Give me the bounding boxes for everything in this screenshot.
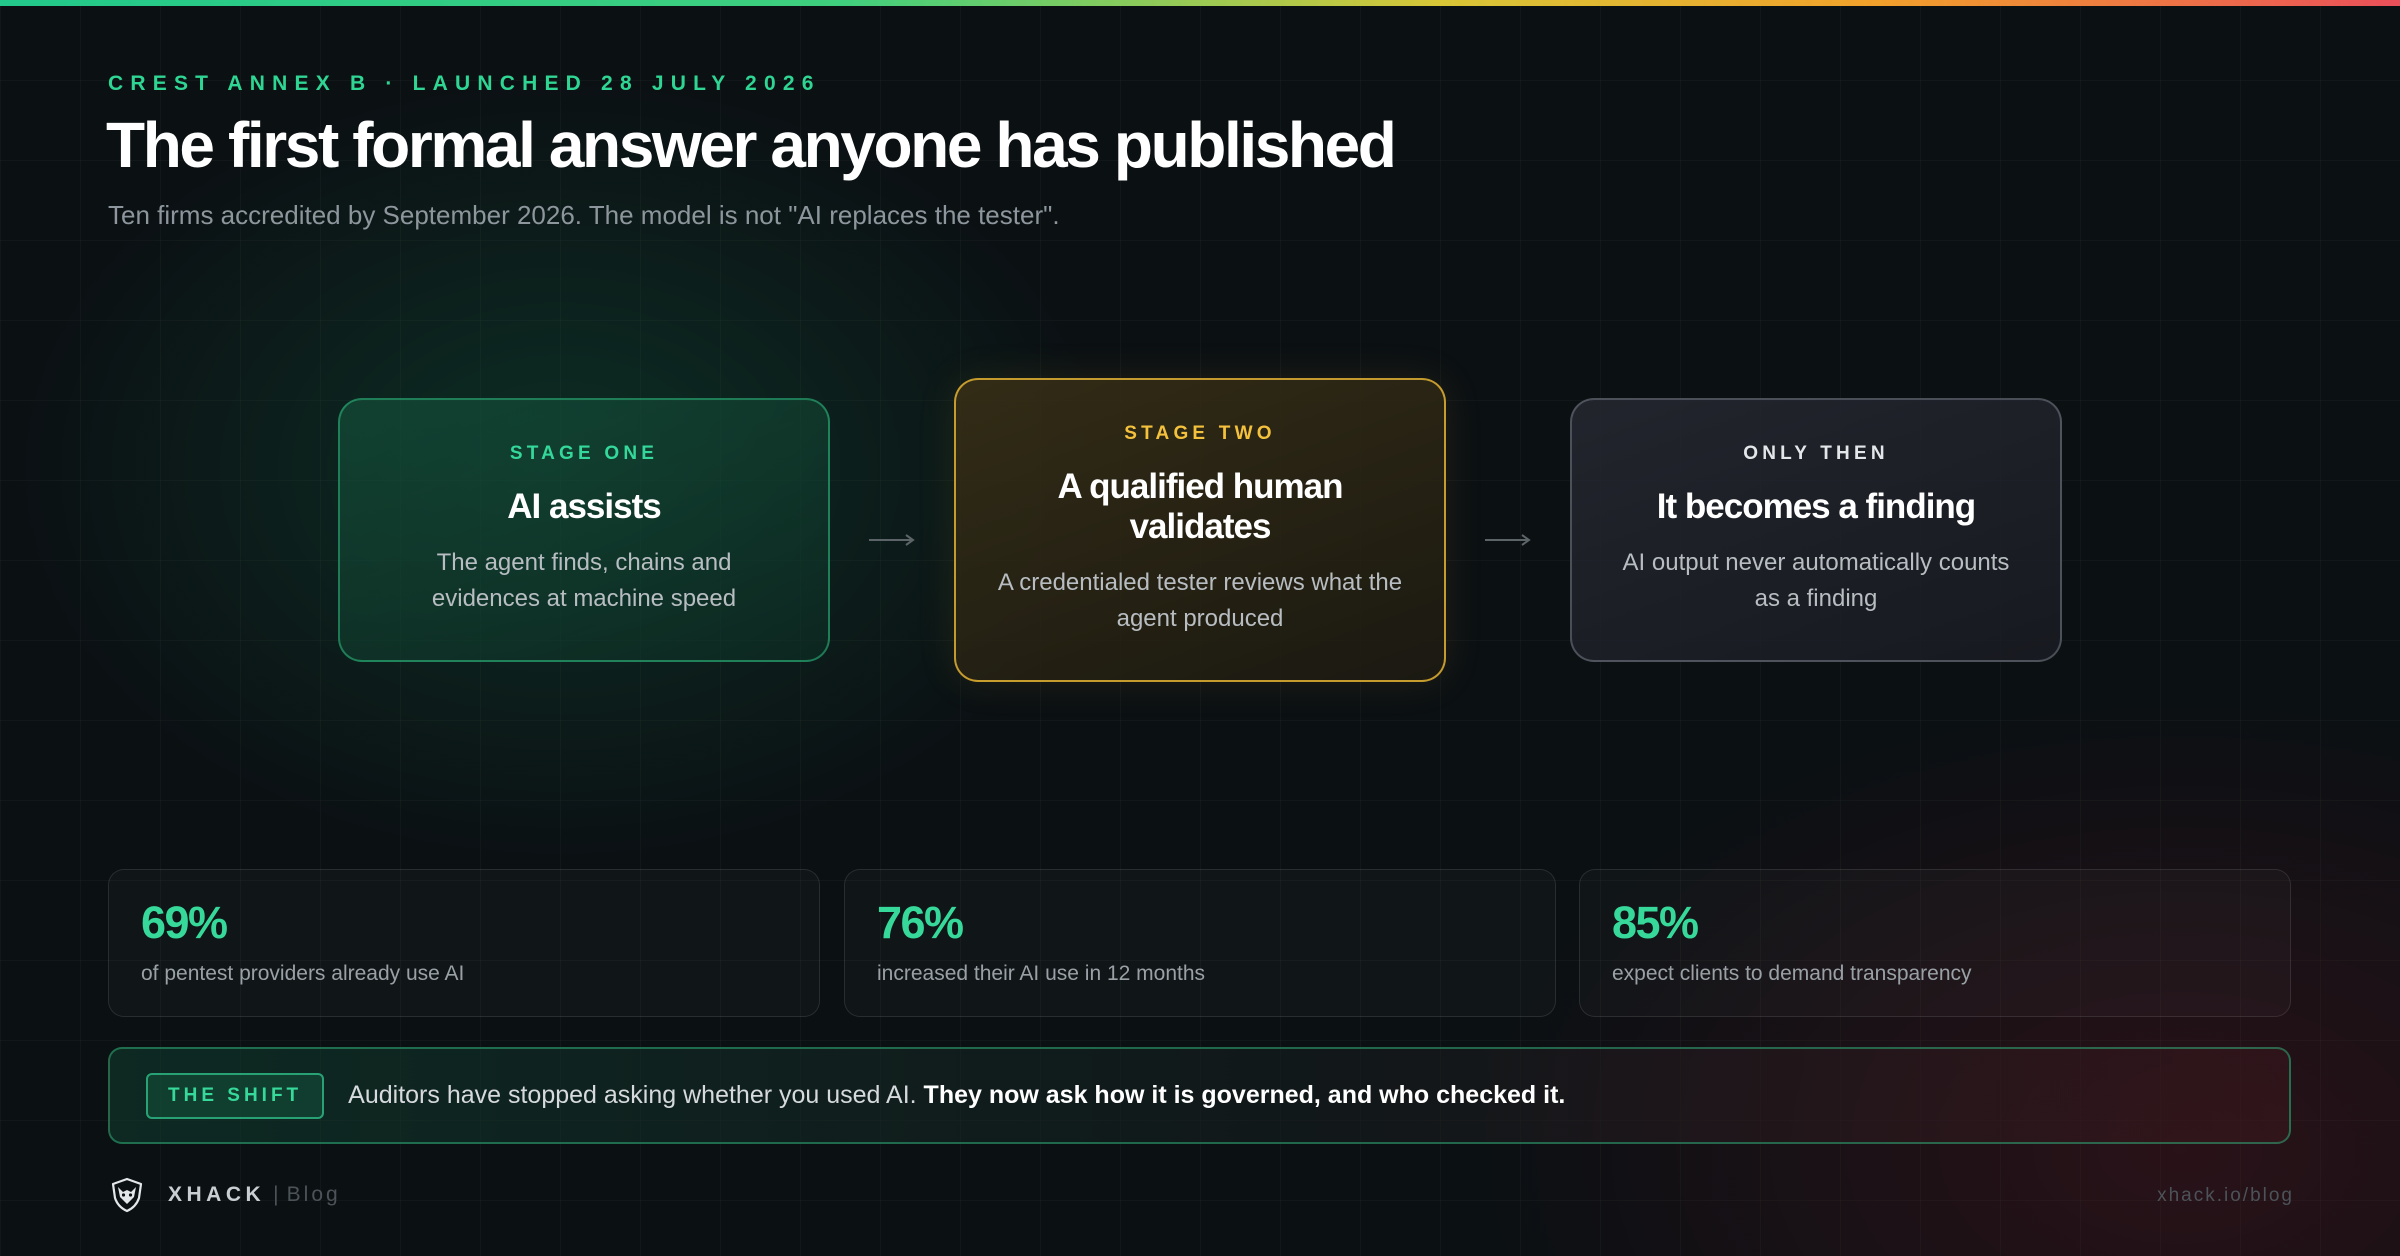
footer-brand[interactable]: XHACK | Blog: [168, 1183, 341, 1207]
stage-description: The agent finds, chains and evidences at…: [431, 549, 737, 612]
brand-separator: |: [273, 1183, 279, 1206]
stat-card: 69% of pentest providers already use AI: [108, 869, 820, 1017]
stat-label: of pentest providers already use AI: [141, 962, 465, 985]
stage-card-one: STAGE ONE AI assists The agent finds, ch…: [338, 398, 830, 662]
stage-heading: AI assists: [507, 487, 661, 526]
top-gradient-bar: [0, 0, 2400, 6]
stat-card: 85% expect clients to demand transparenc…: [1579, 869, 2291, 1017]
stat-label: increased their AI use in 12 months: [877, 962, 1206, 985]
page-subtitle: Ten firms accredited by September 2026. …: [108, 200, 1060, 230]
shift-emphasis: They now ask how it is governed, and who…: [923, 1081, 1566, 1109]
stat-label: expect clients to demand transparency: [1612, 962, 1972, 985]
shift-statement: Auditors have stopped asking whether you…: [348, 1081, 917, 1109]
stage-label: STAGE TWO: [1124, 423, 1276, 444]
eyebrow: CREST ANNEX B · LAUNCHED 28 JULY 2026: [108, 72, 821, 95]
stage-card-three: ONLY THEN It becomes a finding AI output…: [1570, 398, 2062, 662]
stage-heading: A qualified human validates: [1057, 467, 1343, 546]
shift-badge: THE SHIFT: [146, 1072, 325, 1119]
shift-text: Auditors have stopped asking whether you…: [348, 1081, 1565, 1110]
stage-description: A credentialed tester reviews what the a…: [997, 569, 1403, 632]
stage-label: STAGE ONE: [509, 443, 659, 464]
arrow-right-icon: [869, 534, 915, 546]
stat-value: 69%: [141, 897, 228, 948]
stat-value: 85%: [1612, 897, 1699, 948]
stage-card-two: STAGE TWO A qualified human validates A …: [954, 378, 1446, 682]
brand-name: XHACK: [168, 1183, 266, 1206]
stage-heading: It becomes a finding: [1656, 487, 1976, 526]
fox-shield-icon: [111, 1177, 143, 1213]
footer-url-link[interactable]: xhack.io/blog: [2157, 1185, 2294, 1207]
page-title: The first formal answer anyone has publi…: [106, 109, 1397, 181]
stat-value: 76%: [877, 897, 964, 948]
stage-description: AI output never automatically counts as …: [1622, 549, 2010, 612]
arrow-right-icon: [1485, 534, 1531, 546]
shift-callout: THE SHIFT Auditors have stopped asking w…: [108, 1047, 2291, 1144]
stage-label: ONLY THEN: [1743, 443, 1889, 464]
brand-section: Blog: [286, 1183, 341, 1206]
stat-card: 76% increased their AI use in 12 months: [844, 869, 1556, 1017]
